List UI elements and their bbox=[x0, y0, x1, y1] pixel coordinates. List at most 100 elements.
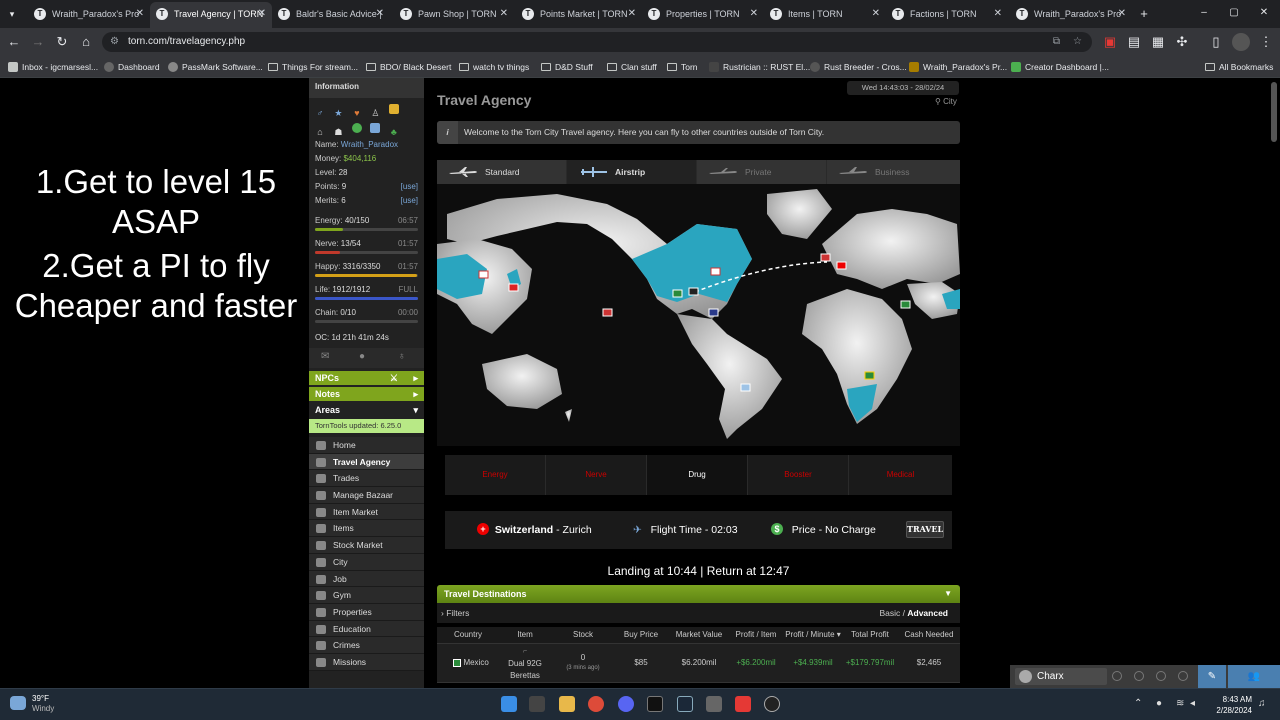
events-icon[interactable]: ● bbox=[359, 351, 365, 362]
flag-marker-mexico[interactable] bbox=[672, 289, 683, 298]
tab-private[interactable]: Private bbox=[697, 160, 827, 184]
travel-destinations-header[interactable]: Travel Destinations ▼ bbox=[437, 585, 960, 603]
new-tab-icon[interactable]: + bbox=[1136, 6, 1152, 22]
energy-row[interactable]: Energy: 40/150 06:57 bbox=[309, 214, 424, 228]
browser-tab[interactable]: T Wraith_Paradox's Pro ✕ bbox=[28, 4, 150, 24]
back-icon[interactable]: ← bbox=[6, 34, 22, 50]
steam-icon[interactable] bbox=[677, 696, 693, 712]
column-header[interactable]: Buy Price bbox=[617, 627, 665, 643]
close-tab-icon[interactable]: ✕ bbox=[500, 4, 508, 24]
player-name[interactable]: Wraith_Paradox bbox=[341, 140, 398, 149]
chat-notes-button[interactable]: ✎ bbox=[1198, 665, 1226, 688]
chat-faction-icon[interactable] bbox=[1178, 671, 1188, 681]
flag-marker-uae[interactable] bbox=[900, 300, 911, 309]
microphone-icon[interactable]: ● bbox=[1156, 698, 1162, 710]
extension-icon[interactable]: ▣ bbox=[1102, 34, 1118, 50]
site-info-icon[interactable]: ⚙ bbox=[110, 32, 119, 52]
company-icon[interactable] bbox=[351, 123, 362, 133]
bookmark-item[interactable]: Rust Breeder - Cros... bbox=[810, 60, 907, 74]
world-map[interactable] bbox=[437, 184, 960, 446]
close-tab-icon[interactable]: ✕ bbox=[628, 4, 636, 24]
bulb-icon[interactable]: ♙ bbox=[370, 108, 380, 118]
volume-icon[interactable]: ◂ bbox=[1190, 698, 1195, 710]
chain-row[interactable]: Chain: 0/10 00:00 bbox=[309, 306, 424, 320]
category-medical[interactable]: Medical bbox=[849, 455, 952, 495]
npcs-section-toggle[interactable]: NPCs ⚔ ▸ bbox=[309, 371, 424, 385]
browser-tab[interactable]: T Baldr's Basic Advice | ✕ bbox=[272, 4, 390, 24]
column-header[interactable]: Country bbox=[447, 627, 489, 643]
browser-tab[interactable]: T Properties | TORN ✕ bbox=[642, 4, 764, 24]
nav-education[interactable]: Education bbox=[309, 620, 424, 638]
close-window-icon[interactable]: ✕ bbox=[1256, 5, 1272, 21]
bookmark-item[interactable]: Dashboard bbox=[104, 60, 160, 74]
travel-button[interactable]: TRAVEL bbox=[906, 521, 944, 538]
extension-icon[interactable]: ▤ bbox=[1126, 34, 1142, 50]
address-bar[interactable]: ⚙ torn.com/travelagency.php ⧉ ☆ bbox=[102, 32, 1092, 52]
bookmark-item[interactable]: Creator Dashboard |... bbox=[1011, 60, 1109, 74]
life-row[interactable]: Life: 1912/1912 FULL bbox=[309, 283, 424, 297]
advanced-mode-label[interactable]: Advanced bbox=[907, 608, 948, 618]
nav-city[interactable]: City bbox=[309, 553, 424, 571]
discord-icon[interactable] bbox=[618, 696, 634, 712]
nav-home[interactable]: Home bbox=[309, 437, 424, 454]
mail-icon[interactable] bbox=[388, 104, 399, 114]
tray-chevron-icon[interactable]: ⌃ bbox=[1134, 698, 1142, 710]
tab-business[interactable]: Business bbox=[827, 160, 960, 184]
bookmark-folder[interactable]: BDO/ Black Desert bbox=[366, 60, 451, 74]
start-icon[interactable] bbox=[501, 696, 517, 712]
areas-section-toggle[interactable]: Areas ▾ bbox=[309, 403, 424, 417]
file-explorer-icon[interactable] bbox=[559, 696, 575, 712]
nav-properties[interactable]: Properties bbox=[309, 603, 424, 621]
category-energy[interactable]: Energy bbox=[445, 455, 546, 495]
minimize-icon[interactable]: – bbox=[1196, 5, 1212, 21]
use-merits-link[interactable]: [use] bbox=[401, 194, 418, 208]
notes-section-toggle[interactable]: Notes ▸ bbox=[309, 387, 424, 401]
close-tab-icon[interactable]: ✕ bbox=[994, 4, 1002, 24]
flag-marker-china[interactable] bbox=[508, 283, 519, 292]
profile-avatar[interactable] bbox=[1232, 33, 1250, 51]
filters-toggle[interactable]: › Filters bbox=[441, 608, 469, 618]
forward-icon[interactable]: → bbox=[30, 34, 46, 50]
flag-marker-japan[interactable] bbox=[478, 270, 489, 279]
flag-marker-canada[interactable] bbox=[710, 267, 721, 276]
flag-marker-cayman[interactable] bbox=[708, 308, 719, 317]
obs-icon[interactable] bbox=[764, 696, 780, 712]
city-link[interactable]: ⚲ City bbox=[935, 97, 957, 106]
awards-icon[interactable]: ♁ bbox=[398, 351, 406, 362]
education-icon[interactable]: ☗ bbox=[333, 127, 343, 137]
calendar-icon[interactable] bbox=[370, 123, 381, 133]
column-header[interactable]: Market Value bbox=[671, 627, 727, 643]
chat-settings-icon[interactable] bbox=[1112, 671, 1122, 681]
close-tab-icon[interactable]: ✕ bbox=[376, 4, 384, 24]
nav-stock-market[interactable]: Stock Market bbox=[309, 537, 424, 554]
nav-manage-bazaar[interactable]: Manage Bazaar bbox=[309, 487, 424, 504]
flag-marker-uk[interactable] bbox=[820, 253, 831, 262]
happy-row[interactable]: Happy: 3316/3350 01:57 bbox=[309, 260, 424, 274]
male-icon[interactable]: ♂ bbox=[315, 108, 325, 118]
game-launcher-icon[interactable] bbox=[647, 696, 663, 712]
bookmark-folder[interactable]: Clan stuff bbox=[607, 60, 657, 74]
close-tab-icon[interactable]: ✕ bbox=[750, 4, 758, 24]
chat-people-button[interactable]: 👥 bbox=[1228, 665, 1280, 688]
nav-gym[interactable]: Gym bbox=[309, 587, 424, 604]
chat-people-icon[interactable] bbox=[1156, 671, 1166, 681]
browser-tab[interactable]: T Points Market | TORN ✕ bbox=[516, 4, 642, 24]
tab-standard[interactable]: Standard bbox=[437, 160, 567, 184]
flag-marker-switzerland[interactable] bbox=[836, 261, 847, 270]
drug-icon[interactable]: ♣ bbox=[389, 127, 399, 137]
nav-missions[interactable]: Missions bbox=[309, 653, 424, 671]
extensions-puzzle-icon[interactable]: ✣ bbox=[1174, 34, 1190, 50]
messages-icon[interactable]: ✉ bbox=[321, 351, 329, 362]
npc-toggle-icon[interactable]: ⚔ bbox=[390, 371, 398, 385]
use-points-link[interactable]: [use] bbox=[401, 180, 418, 194]
home-icon[interactable]: ⌂ bbox=[78, 34, 94, 50]
nav-travel-agency[interactable]: Travel Agency bbox=[309, 453, 424, 471]
bookmark-star-icon[interactable]: ☆ bbox=[1073, 32, 1082, 52]
bookmark-item[interactable]: PassMark Software... bbox=[168, 60, 263, 74]
extension-icon[interactable]: ▦ bbox=[1150, 34, 1166, 50]
nav-trades[interactable]: Trades bbox=[309, 470, 424, 488]
flag-marker-south-africa[interactable] bbox=[864, 371, 875, 380]
browser-tab[interactable]: T Factions | TORN ✕ bbox=[886, 4, 1008, 24]
donator-star-icon[interactable]: ★ bbox=[333, 108, 343, 118]
browser-tab-active[interactable]: T Travel Agency | TORN ✕ bbox=[150, 2, 272, 28]
